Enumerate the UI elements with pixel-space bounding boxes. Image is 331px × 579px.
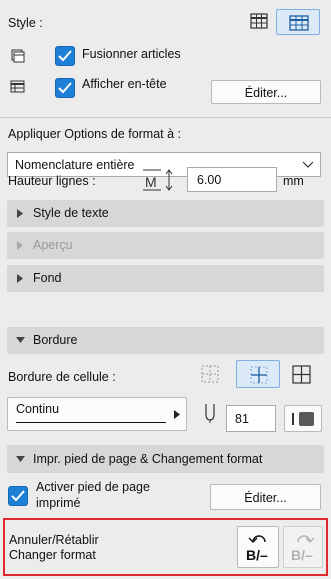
row-height-input[interactable]: 6.00	[187, 167, 277, 192]
section-border-label: Bordure	[33, 333, 78, 347]
checkmark-icon	[11, 490, 25, 502]
redo-format-glyph: B/–	[291, 547, 313, 563]
row-height-label: Hauteur lignes :	[8, 174, 96, 188]
chevron-right-icon	[17, 274, 23, 283]
section-footer-label: Impr. pied de page & Changement format	[33, 452, 263, 466]
activate-footer-label-line2: imprimé	[36, 496, 81, 510]
chevron-right-icon	[17, 241, 23, 250]
svg-text:M: M	[145, 174, 157, 190]
pen-icon	[205, 404, 215, 423]
section-background[interactable]: Fond	[7, 265, 324, 292]
pen-color-bar	[292, 413, 294, 425]
undo-redo-highlight	[3, 518, 328, 576]
undo-arrow-icon	[248, 535, 266, 543]
table-grid-header-icon	[289, 15, 309, 31]
chevron-right-icon	[174, 410, 180, 419]
line-sample	[16, 422, 166, 423]
chevron-right-icon	[17, 209, 23, 218]
chevron-down-icon	[16, 456, 25, 462]
line-type-select[interactable]: Continu	[7, 397, 187, 431]
pen-color-swatch	[299, 412, 314, 426]
cell-border-label: Bordure de cellule :	[8, 370, 116, 384]
section-footer[interactable]: Impr. pied de page & Changement format	[7, 445, 324, 473]
pen-number-input[interactable]: 81	[226, 405, 276, 432]
section-border[interactable]: Bordure	[7, 327, 324, 354]
grid-style-plain-button[interactable]	[247, 10, 271, 32]
activate-footer-label-line1: Activer pied de page	[36, 480, 150, 494]
pen-number-value: 81	[235, 412, 249, 426]
section-text-style-label: Style de texte	[33, 206, 109, 220]
row-height-icon: M	[143, 169, 173, 191]
grid-style-boxed-button[interactable]	[276, 9, 320, 35]
style-label: Style :	[8, 16, 43, 30]
checkmark-icon	[58, 82, 72, 94]
line-type-value: Continu	[16, 402, 60, 416]
edit-footer-button[interactable]: Éditer...	[210, 484, 321, 510]
table-grid-icon	[250, 13, 268, 29]
apply-format-value: Nomenclature entière	[15, 158, 135, 172]
row-height-unit: mm	[283, 174, 304, 188]
border-all-icon[interactable]	[290, 362, 314, 386]
redo-arrow-icon	[297, 535, 315, 543]
format-options-panel: Style : Fusionner articles Afficher en-t…	[0, 0, 331, 579]
apply-format-label: Appliquer Options de format à :	[8, 127, 182, 141]
row-height-value: 6.00	[197, 173, 222, 187]
merge-items-icon	[11, 49, 25, 63]
pen-color-button[interactable]	[284, 405, 322, 432]
undo-format-glyph: B/–	[246, 547, 268, 563]
activate-footer-checkbox[interactable]	[8, 486, 28, 506]
section-preview-label: Aperçu	[33, 238, 73, 252]
undo-format-button[interactable]: B/–	[237, 526, 279, 568]
border-none-icon[interactable]	[199, 362, 221, 386]
table-header-icon	[10, 80, 25, 93]
chevron-down-icon	[302, 161, 314, 168]
merge-items-label: Fusionner articles	[82, 47, 181, 61]
checkmark-icon	[58, 50, 72, 62]
chevron-down-icon	[16, 337, 25, 343]
edit-header-button[interactable]: Éditer...	[211, 80, 321, 104]
divider	[0, 117, 331, 118]
section-preview: Aperçu	[7, 232, 324, 259]
undo-redo-label-line1: Annuler/Rétablir	[9, 533, 99, 547]
section-background-label: Fond	[33, 271, 62, 285]
show-header-checkbox[interactable]	[55, 78, 75, 98]
border-inner-button[interactable]	[236, 360, 280, 388]
merge-items-checkbox[interactable]	[55, 46, 75, 66]
section-text-style[interactable]: Style de texte	[7, 200, 324, 227]
undo-redo-label-line2: Changer format	[9, 548, 96, 562]
border-inner-icon	[250, 366, 268, 384]
show-header-label: Afficher en-tête	[82, 77, 167, 91]
redo-format-button[interactable]: B/–	[283, 526, 323, 568]
